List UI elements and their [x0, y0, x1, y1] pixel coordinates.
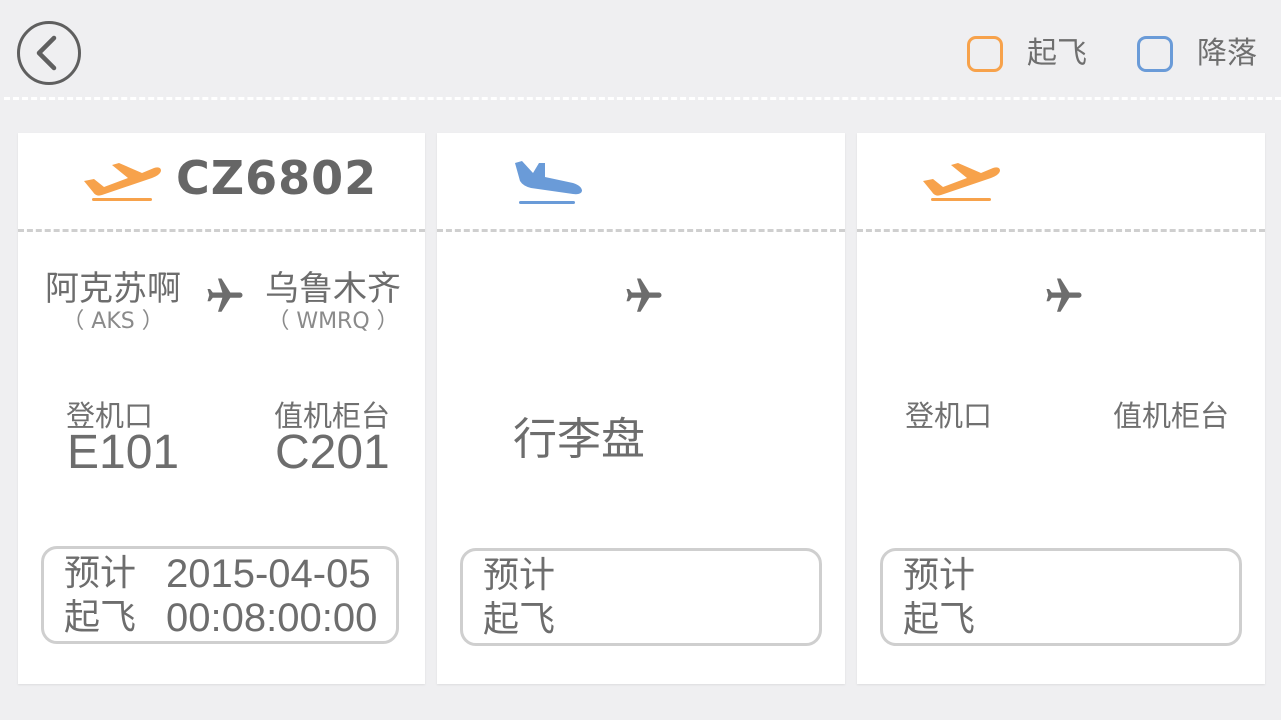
schedule-label-estimate: 预计	[64, 553, 137, 594]
flight-card[interactable]: 登机口 值机柜台 预计 起飞	[857, 133, 1265, 684]
card-divider	[857, 229, 1265, 232]
takeoff-plane-icon	[923, 163, 1000, 201]
landing-plane-icon	[515, 161, 582, 204]
landing-legend-label: 降落	[1197, 36, 1257, 71]
origin-city-code: （ AKS ）	[62, 309, 164, 334]
destination-city-code: （ WMRQ ）	[267, 309, 399, 334]
schedule-box: 预计 起飞 2015-04-05 00:08:00:00	[41, 546, 399, 644]
destination-city-name: 乌鲁木齐	[265, 269, 401, 309]
schedule-label-estimate: 预计	[483, 555, 556, 596]
gate-label: 登机口	[905, 399, 993, 433]
destination-city: 乌鲁木齐 （ WMRQ ）	[258, 269, 408, 335]
legend-takeoff[interactable]: 起飞	[967, 34, 1087, 74]
plane-icon	[1046, 278, 1082, 312]
flight-card[interactable]: CZ6802 阿克苏啊 （ AKS ） 乌鲁木齐 （ WMRQ ） 登机口 E1…	[18, 133, 425, 684]
schedule-label-estimate: 预计	[903, 555, 976, 596]
flight-number: CZ6802	[176, 151, 378, 205]
schedule-label-departure: 起飞	[64, 597, 137, 638]
schedule-box: 预计 起飞	[460, 548, 822, 646]
schedule-label-departure: 起飞	[903, 599, 976, 640]
header-divider	[4, 97, 1281, 100]
schedule-label-departure: 起飞	[483, 599, 556, 640]
schedule-date: 2015-04-05	[166, 552, 371, 596]
baggage-carousel-label: 行李盘	[513, 414, 645, 465]
gate-value: E101	[67, 426, 180, 479]
legend-landing[interactable]: 降落	[1137, 34, 1257, 74]
schedule-box: 预计 起飞	[880, 548, 1242, 646]
checkin-counter-label: 值机柜台	[1113, 399, 1230, 433]
card-divider	[437, 229, 845, 232]
chevron-left-icon	[36, 35, 57, 71]
takeoff-plane-icon	[84, 163, 161, 201]
schedule-time: 00:08:00:00	[166, 596, 378, 640]
flight-card[interactable]: 行李盘 预计 起飞	[437, 133, 845, 684]
plane-icon	[626, 278, 662, 312]
landing-legend-swatch	[1137, 36, 1173, 72]
origin-city: 阿克苏啊 （ AKS ）	[40, 269, 186, 335]
back-button[interactable]	[17, 21, 81, 85]
takeoff-legend-label: 起飞	[1027, 36, 1087, 71]
origin-city-name: 阿克苏啊	[45, 269, 181, 309]
checkin-counter-value: C201	[275, 426, 390, 479]
plane-icon	[207, 278, 243, 312]
card-divider	[18, 229, 425, 232]
takeoff-legend-swatch	[967, 36, 1003, 72]
